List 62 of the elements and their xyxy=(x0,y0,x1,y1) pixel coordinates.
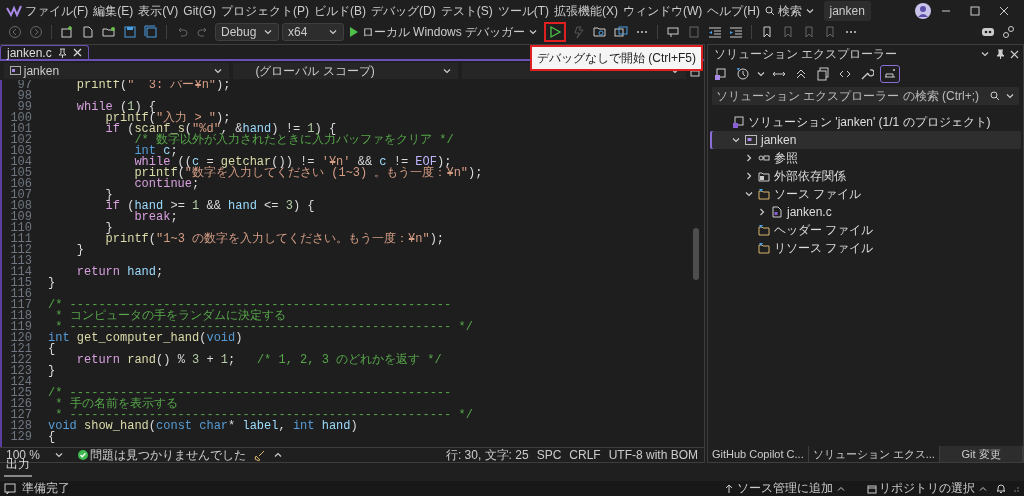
code-line: break; xyxy=(133,212,179,223)
line-number: 116 xyxy=(9,289,32,300)
line-number: 120 xyxy=(9,333,32,344)
code-line: { xyxy=(48,344,57,355)
line-number: 103 xyxy=(9,146,32,157)
status-message: 準備完了 xyxy=(22,482,70,495)
code-line: } xyxy=(104,190,113,201)
line-number: 127 xyxy=(9,410,32,421)
code-line: while (1) { xyxy=(75,102,157,113)
code-line: } xyxy=(75,245,85,256)
line-number: 111 xyxy=(9,234,32,245)
line-number: 112 xyxy=(9,245,32,256)
code-line: } xyxy=(104,223,113,234)
code-line: } xyxy=(48,366,57,377)
line-number: 121 xyxy=(9,344,32,355)
code-line: printf(" 3: パー¥n"); xyxy=(75,80,232,91)
line-number: 125 xyxy=(9,388,32,399)
code-line: return hand; xyxy=(75,267,165,278)
code-line: } xyxy=(48,278,57,289)
code-line: void show_hand(const char* label, int hand) xyxy=(48,421,359,432)
line-number: 108 xyxy=(9,201,32,212)
code-line: if (scanf_s("%d", &hand) != 1) { xyxy=(104,124,337,135)
line-number: 107 xyxy=(9,190,32,201)
line-number: 115 xyxy=(9,278,32,289)
code-line: if (hand >= 1 && hand <= 3) { xyxy=(104,201,316,212)
line-number: 101 xyxy=(9,124,32,135)
line-number: 114 xyxy=(9,267,32,278)
code-line: int get_computer_hand(void) xyxy=(48,333,244,344)
line-number: 129 xyxy=(9,432,32,443)
line-number: 117 xyxy=(9,300,32,311)
line-number: 119 xyxy=(9,322,32,333)
code-line: { xyxy=(48,432,57,443)
code-line: * 手の名前を表示する xyxy=(54,399,179,410)
line-number: 113 xyxy=(9,256,32,267)
line-number: 123 xyxy=(9,366,32,377)
line-number: 109 xyxy=(9,212,32,223)
code-line: printf("数字を入力してください (1~3) 。もう一度：¥n"); xyxy=(133,168,483,179)
line-number: 98 xyxy=(16,91,32,102)
code-line: * コンピュータの手をランダムに決定する xyxy=(54,311,287,322)
line-number: 106 xyxy=(9,179,32,190)
line-number: 110 xyxy=(9,223,32,234)
line-number: 118 xyxy=(9,311,32,322)
tooltip: デバッグなしで開始 (Ctrl+F5) xyxy=(530,45,703,71)
panel-title: ソリューション エクスプローラー xyxy=(714,46,898,63)
code-line: continue; xyxy=(133,179,200,190)
code-line: int c; xyxy=(133,146,178,157)
line-number: 105 xyxy=(9,168,32,179)
line-number: 126 xyxy=(9,399,32,410)
code-line: * ----------------------------------------------------- */ xyxy=(55,322,474,333)
code-line: printf("1~3 の数字を入力してください。もう一度：¥n"); xyxy=(104,234,446,245)
line-number: 104 xyxy=(9,157,32,168)
line-number: 99 xyxy=(17,102,32,113)
line-number: 102 xyxy=(9,135,32,146)
line-number: 122 xyxy=(9,355,32,366)
solution-name: janken xyxy=(823,0,871,21)
code-line: * ----------------------------------------------------- */ xyxy=(55,410,474,421)
line-number: 128 xyxy=(9,421,32,432)
line-number: 100 xyxy=(9,113,32,124)
code-line: return rand() % 3 + 1; /* 1, 2, 3 のどれかを返す */ xyxy=(75,355,443,366)
line-number: 97 xyxy=(16,80,32,91)
line-number: 124 xyxy=(9,377,32,388)
code-line: /* 数字以外が入力されたときに入力バッファをクリア */ xyxy=(133,135,455,146)
